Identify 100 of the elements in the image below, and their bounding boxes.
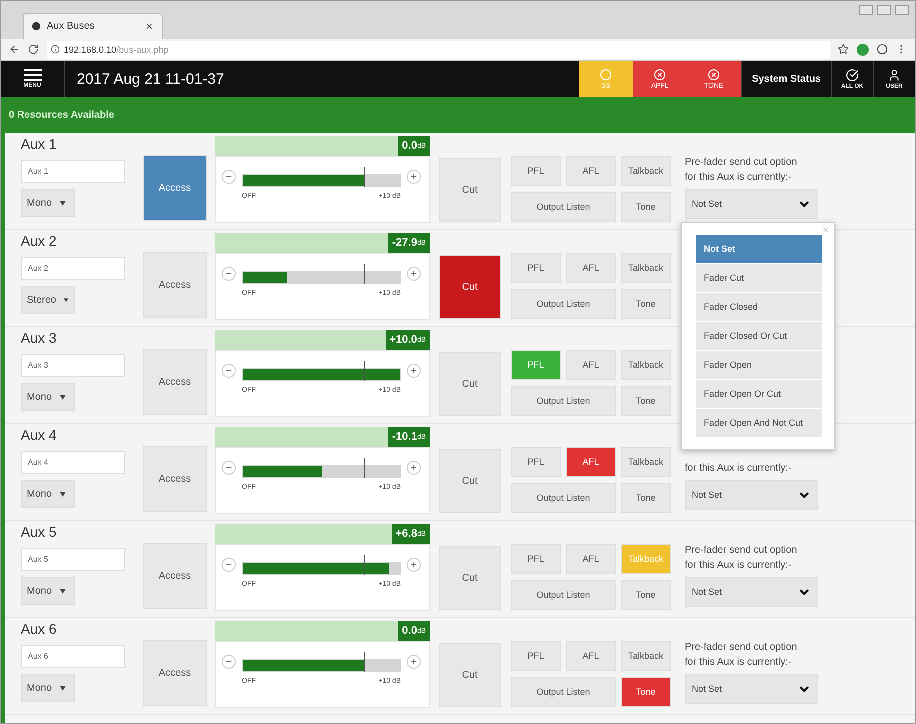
tab-title: Aux Buses [47,21,96,32]
name-field[interactable]: Aux 3 [21,354,125,377]
fader-track[interactable] [242,465,401,478]
mode-select[interactable]: Mono [21,189,75,217]
extension-icon[interactable] [877,44,888,55]
name-field[interactable]: Aux 6 [21,645,125,668]
afl-button[interactable]: AFL [566,641,616,671]
access-button[interactable]: Access [143,155,207,221]
afl-button[interactable]: AFL [566,447,616,477]
listen-button[interactable]: Output Listen [511,289,616,319]
listen-button[interactable]: Output Listen [511,677,616,707]
tone-button[interactable]: Tone [621,677,671,707]
fader-track[interactable] [242,659,401,672]
tone-button[interactable]: Tone [621,580,671,610]
afl-button[interactable]: AFL [566,253,616,283]
unity-mark [364,555,366,575]
tone-button[interactable]: Tone [621,386,671,416]
pfl-button[interactable]: PFL [511,641,561,671]
tone-button[interactable]: Tone [621,483,671,513]
access-button[interactable]: Access [143,349,207,415]
cut-button[interactable]: Cut [439,449,501,513]
mode-select[interactable]: Mono [21,577,75,605]
decrease-button[interactable] [222,461,236,475]
plus-icon [410,464,418,472]
fader-track[interactable] [242,271,401,284]
afl-button[interactable]: AFL [566,350,616,380]
pfl-button[interactable]: PFL [511,253,561,283]
mode-select[interactable]: Mono [21,383,75,411]
increase-button[interactable] [407,267,421,281]
cut-option-select[interactable]: Not Set [685,674,818,704]
url-host: 192.168.0.10 [64,44,117,54]
reload-icon[interactable] [28,44,39,55]
access-button[interactable]: Access [143,252,207,318]
close-icon[interactable] [145,22,154,31]
cut-option-select[interactable]: Not Set [685,480,818,510]
decrease-button[interactable] [222,655,236,669]
cut-option-select[interactable]: Not Set [685,577,818,607]
caret-icon [64,298,69,302]
afl-button[interactable]: AFL [566,156,616,186]
talkback-button[interactable]: Talkback [621,253,671,283]
listen-button[interactable]: Output Listen [511,386,616,416]
mode-select[interactable]: Mono [21,674,75,702]
talkback-button[interactable]: Talkback [621,641,671,671]
cut-button[interactable]: Cut [439,255,501,319]
listen-button[interactable]: Output Listen [511,192,616,222]
menu-option[interactable]: Fader Cut [696,264,822,292]
access-button[interactable]: Access [143,446,207,512]
listen-button[interactable]: Output Listen [511,483,616,513]
back-icon[interactable] [9,44,20,55]
name-field[interactable]: Aux 5 [21,548,125,571]
increase-button[interactable] [407,364,421,378]
decrease-button[interactable] [222,558,236,572]
pfl-button[interactable]: PFL [511,544,561,574]
talkback-button[interactable]: Talkback [621,447,671,477]
cut-button[interactable]: Cut [439,352,501,416]
close-circle-icon [708,68,720,80]
fader-track[interactable] [242,174,401,187]
mode-select[interactable]: Mono [21,480,75,508]
mode-select[interactable]: Stereo [21,286,75,314]
afl-button[interactable]: AFL [566,544,616,574]
increase-button[interactable] [407,461,421,475]
unity-mark [364,167,366,187]
tone-button[interactable]: Tone [621,289,671,319]
unity-mark [364,652,366,672]
name-field[interactable]: Aux 2 [21,257,125,280]
menu-option[interactable]: Not Set [696,235,822,263]
browser-tab[interactable]: Aux Buses [23,13,163,39]
menu-option[interactable]: Fader Open And Not Cut [696,409,822,437]
listen-button[interactable]: Output Listen [511,580,616,610]
decrease-button[interactable] [222,364,236,378]
decrease-button[interactable] [222,267,236,281]
name-field[interactable]: Aux 4 [21,451,125,474]
menu-option[interactable]: Fader Closed Or Cut [696,322,822,350]
menu-option[interactable]: Fader Open Or Cut [696,380,822,408]
info-icon [51,45,60,54]
cut-button[interactable]: Cut [439,643,501,707]
talkback-button[interactable]: Talkback [621,156,671,186]
access-button[interactable]: Access [143,543,207,609]
menu-option[interactable]: Fader Closed [696,293,822,321]
plus-icon [410,658,418,666]
menu-option[interactable]: Fader Open [696,351,822,379]
decrease-button[interactable] [222,170,236,184]
increase-button[interactable] [407,655,421,669]
cut-option-select[interactable]: Not Set [685,189,818,219]
access-button[interactable]: Access [143,640,207,706]
aux-title: Aux 6 [21,621,58,639]
increase-button[interactable] [407,170,421,184]
tone-button[interactable]: Tone [621,192,671,222]
fader-track[interactable] [242,562,401,575]
address-field[interactable]: 192.168.0.10/bus-aux.php [47,40,830,58]
aux-title: Aux 2 [21,233,58,251]
bookmark-star-icon[interactable] [838,44,849,55]
pfl-button[interactable]: PFL [511,156,561,186]
talkback-button[interactable]: Talkback [621,350,671,380]
pfl-button[interactable]: PFL [511,447,561,477]
increase-button[interactable] [407,558,421,572]
name-field[interactable]: Aux 1 [21,160,125,183]
cut-button[interactable]: Cut [439,546,501,610]
aux-title: Aux 3 [21,330,58,348]
cut-button[interactable]: Cut [439,158,501,222]
